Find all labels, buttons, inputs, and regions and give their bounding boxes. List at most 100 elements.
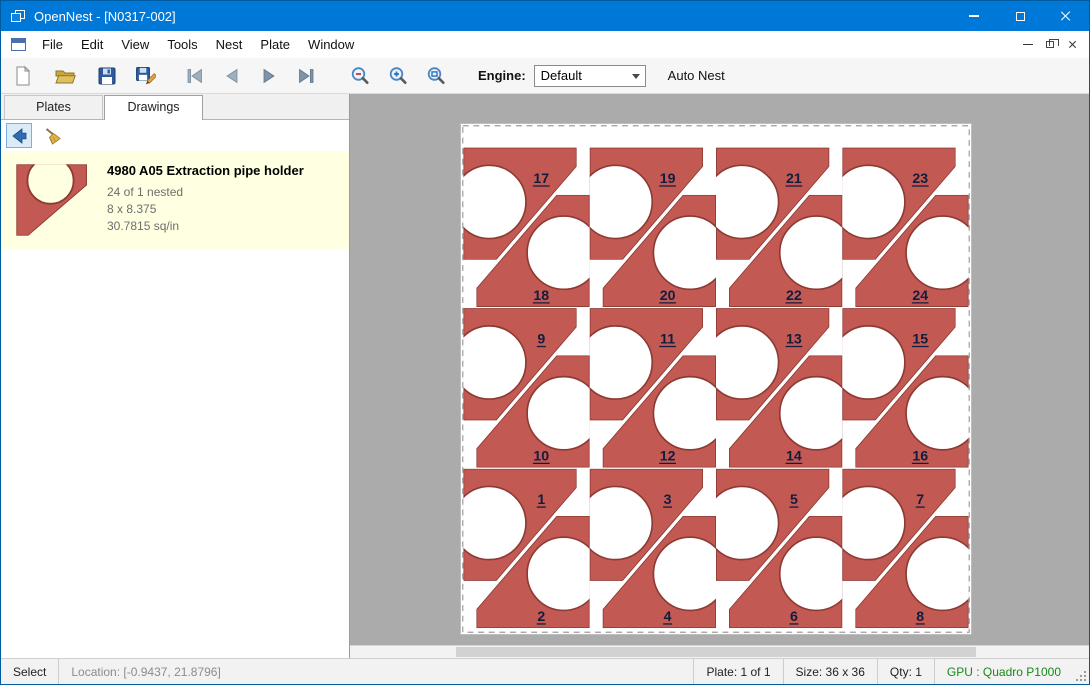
part-number-label: 10: [533, 448, 549, 464]
drawing-dimensions: 8 x 8.375: [107, 201, 304, 218]
mdi-close-icon: [1068, 40, 1077, 49]
part-number-label: 18: [533, 288, 549, 304]
minimize-button[interactable]: [951, 1, 997, 31]
engine-select[interactable]: Default: [534, 65, 646, 87]
engine-selected-value: Default: [541, 68, 582, 83]
drawing-area: 30.7815 sq/in: [107, 218, 304, 235]
chevron-down-icon: [632, 74, 640, 79]
menu-file[interactable]: File: [33, 33, 72, 56]
menu-bar: File Edit View Tools Nest Plate Window: [1, 31, 1089, 58]
auto-nest-button[interactable]: Auto Nest: [662, 64, 731, 87]
plate[interactable]: 171819202122232491011121314151612345678: [460, 123, 972, 635]
zoom-in-icon: [387, 65, 409, 87]
drawing-item-text: 4980 A05 Extraction pipe holder 24 of 1 …: [107, 158, 304, 242]
tab-drawings[interactable]: Drawings: [104, 95, 203, 120]
gpu-status: GPU : Quadro P1000: [934, 659, 1073, 684]
new-button[interactable]: [9, 62, 37, 90]
menu-view[interactable]: View: [112, 33, 158, 56]
drawing-nested-count: 24 of 1 nested: [107, 184, 304, 201]
engine-label: Engine:: [478, 68, 526, 83]
status-mode: Select: [1, 659, 59, 684]
part-number-label: 7: [916, 492, 924, 508]
part-notch: [27, 162, 73, 204]
part-number-label: 9: [537, 332, 545, 348]
main-toolbar: Engine: Default Auto Nest: [1, 58, 1089, 94]
part-number-label: 4: [664, 609, 672, 625]
drawings-list: 4980 A05 Extraction pipe holder 24 of 1 …: [1, 151, 349, 658]
open-button[interactable]: [51, 62, 79, 90]
mdi-window-controls: [1017, 36, 1089, 54]
save-button[interactable]: [93, 62, 121, 90]
save-edit-button[interactable]: [131, 62, 159, 90]
go-last-icon: [295, 65, 317, 87]
part-number-label: 14: [786, 448, 802, 464]
nav-last-button[interactable]: [292, 62, 320, 90]
nav-next-button[interactable]: [255, 62, 283, 90]
zoom-out-icon: [349, 65, 371, 87]
horizontal-scrollbar[interactable]: [350, 645, 1089, 658]
title-bar: OpenNest - [N0317-002]: [1, 1, 1089, 31]
list-item-drawing[interactable]: 4980 A05 Extraction pipe holder 24 of 1 …: [1, 151, 349, 249]
status-location: Location: [-0.9437, 21.8796]: [59, 659, 232, 684]
import-drawing-button[interactable]: [6, 123, 32, 148]
mdi-close-button[interactable]: [1061, 36, 1083, 54]
zoom-fit-icon: [425, 65, 447, 87]
part-number-label: 11: [660, 332, 675, 348]
part-number-label: 19: [660, 171, 676, 187]
minimize-icon: [969, 15, 979, 17]
part-number-label: 21: [786, 171, 802, 187]
part-number-label: 6: [790, 609, 798, 625]
scrollbar-thumb[interactable]: [456, 647, 976, 657]
status-bar: Select Location: [-0.9437, 21.8796] Plat…: [1, 658, 1089, 684]
open-folder-icon: [54, 65, 76, 87]
zoom-out-button[interactable]: [346, 62, 374, 90]
go-first-icon: [184, 65, 206, 87]
menu-nest[interactable]: Nest: [207, 33, 252, 56]
save-edit-icon: [134, 65, 156, 87]
part-number-label: 24: [912, 288, 928, 304]
nest-drawing: 171819202122232491011121314151612345678: [461, 124, 971, 634]
mdi-restore-button[interactable]: [1039, 36, 1061, 54]
menu-edit[interactable]: Edit: [72, 33, 112, 56]
window-controls: [951, 1, 1089, 31]
nest-canvas[interactable]: 171819202122232491011121314151612345678: [350, 94, 1089, 658]
window-title: OpenNest - [N0317-002]: [34, 9, 176, 24]
status-plate: Plate: 1 of 1: [693, 659, 782, 684]
part-number-label: 5: [790, 492, 798, 508]
broom-icon: [43, 126, 63, 146]
part-number-label: 17: [533, 171, 549, 187]
import-arrow-icon: [9, 126, 29, 146]
go-previous-icon: [221, 65, 243, 87]
save-floppy-icon: [96, 65, 118, 87]
close-button[interactable]: [1043, 1, 1089, 31]
part-number-label: 22: [786, 288, 802, 304]
tab-plates[interactable]: Plates: [4, 95, 103, 119]
status-qty: Qty: 1: [877, 659, 934, 684]
resize-grip[interactable]: [1073, 659, 1089, 684]
part-number-label: 23: [912, 171, 928, 187]
menu-window[interactable]: Window: [299, 33, 363, 56]
part-number-label: 8: [916, 609, 924, 625]
main-area: Plates Drawings: [1, 94, 1089, 658]
close-icon: [1060, 10, 1072, 22]
sidebar-tabs: Plates Drawings: [1, 94, 349, 120]
maximize-button[interactable]: [997, 1, 1043, 31]
part-number-label: 2: [537, 609, 545, 625]
nav-first-button[interactable]: [181, 62, 209, 90]
menu-plate[interactable]: Plate: [251, 33, 299, 56]
status-size: Size: 36 x 36: [783, 659, 877, 684]
menu-tools[interactable]: Tools: [158, 33, 206, 56]
sidebar: Plates Drawings: [1, 94, 350, 658]
mdi-minimize-button[interactable]: [1017, 36, 1039, 54]
zoom-fit-button[interactable]: [422, 62, 450, 90]
part-number-label: 20: [660, 288, 676, 304]
part-number-label: 1: [537, 492, 545, 508]
mdi-restore-icon: [1046, 41, 1054, 48]
zoom-in-button[interactable]: [384, 62, 412, 90]
drawing-title: 4980 A05 Extraction pipe holder: [107, 163, 304, 178]
part-number-label: 15: [912, 332, 928, 348]
part-number-label: 3: [664, 492, 672, 508]
clean-button[interactable]: [40, 123, 66, 148]
nav-prev-button[interactable]: [218, 62, 246, 90]
part-thumbnail: [9, 158, 95, 242]
